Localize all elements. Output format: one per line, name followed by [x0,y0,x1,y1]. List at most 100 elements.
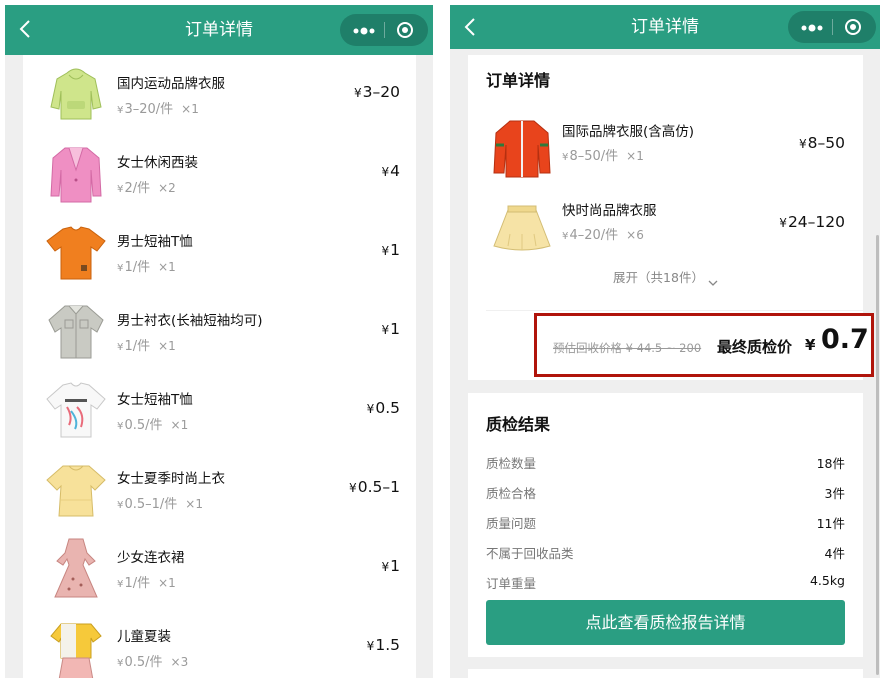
capsule-divider [832,19,833,35]
row-label: 不属于回收品类 [486,546,574,561]
item-total: ¥0.5–1 [349,478,400,496]
item-name: 儿童夏装 [117,629,171,645]
list-item[interactable]: 男士衬衣(长袖短袖均可) ¥1/件 ×1 ¥1 [23,292,416,371]
item-unit-price: ¥0.5/件 ×1 [117,418,189,433]
item-qty: ×1 [185,497,203,511]
gray-shirt-icon [43,298,109,364]
floral-dress-icon [43,535,109,601]
list-item[interactable]: 快时尚品牌衣服 ¥4–20/件 ×6 ¥24–120 [468,189,863,268]
target-icon[interactable] [844,18,862,36]
white-tshirt-icon [43,377,109,443]
list-item[interactable]: 儿童夏装 ¥0.5/件 ×3 ¥1.5 [23,608,416,678]
inspection-row: 质检数量 18件 [486,453,845,473]
estimated-price: 预估回收价格 ¥ 44.5 ~ 200 [553,341,702,355]
item-name: 女士休闲西装 [117,155,198,171]
row-value: 3件 [824,486,845,501]
row-value: 18件 [816,456,845,471]
inspection-row: 不属于回收品类 4件 [486,543,845,563]
row-label: 质检数量 [486,456,537,471]
divider [486,310,863,311]
item-name: 国际品牌衣服(含高仿) [562,124,695,140]
inspection-row: 订单重量 4.5kg [486,573,845,593]
order-item-list: 国内运动品牌衣服 ¥3–20/件 ×1 ¥3–20 女士休闲西装 ¥2/件 ×2 ¥… [23,55,416,678]
list-item[interactable]: 少女连衣裙 ¥1/件 ×1 ¥1 [23,529,416,608]
item-qty: ×6 [626,228,644,242]
section-title: 质检结果 [486,415,551,434]
row-value: 11件 [816,516,845,531]
list-item[interactable]: 女士休闲西装 ¥2/件 ×2 ¥4 [23,134,416,213]
final-price-label: 最终质检价 [717,338,793,356]
item-qty: ×1 [158,260,176,274]
order-detail-card: 订单详情 国际品牌衣服(含高仿) ¥8–50/件 ×1 ¥8–50 快时尚品牌衣… [468,55,874,380]
right-screen: 订单详情 订单详情 国际品牌衣服(含高仿) ¥8–50/件 ×1 ¥8–50 快… [450,5,880,678]
item-name: 男士短袖T恤 [117,234,193,250]
item-qty: ×1 [170,418,189,432]
final-price-highlight: 预估回收价格 ¥ 44.5 ~ 200 最终质检价 ¥ 0.7 [534,313,874,377]
green-hoodie-icon [43,61,109,127]
list-item[interactable]: 国际品牌衣服(含高仿) ¥8–50/件 ×1 ¥8–50 [468,110,863,189]
item-name: 少女连衣裙 [117,550,185,566]
list-item[interactable]: 女士夏季时尚上衣 ¥0.5–1/件 ×1 ¥0.5–1 [23,450,416,529]
list-item[interactable]: 男士短袖T恤 ¥1/件 ×1 ¥1 [23,213,416,292]
mini-program-capsule [340,14,428,46]
section-title: 订单详情 [486,71,551,90]
left-screen: 订单详情 国内运动品牌衣服 ¥3–20/件 ×1 ¥3–20 女士休闲西装 ¥2… [5,5,433,678]
item-qty: ×1 [626,149,644,163]
item-unit-price: ¥3–20/件 ×1 [117,102,199,117]
item-total: ¥1.5 [366,636,400,654]
list-item[interactable]: 女士短袖T恤 ¥0.5/件 ×1 ¥0.5 [23,371,416,450]
list-item[interactable]: 国内运动品牌衣服 ¥3–20/件 ×1 ¥3–20 [23,55,416,134]
inspection-row: 质检合格 3件 [486,483,845,503]
item-total: ¥0.5 [366,399,400,417]
kids-summer-set-icon [43,614,109,678]
pink-blazer-icon [43,140,109,206]
item-total: ¥3–20 [353,83,400,101]
item-unit-price: ¥2/件 ×2 [117,181,176,196]
expand-button[interactable]: 展开（共18件） [613,267,718,286]
final-price-currency: ¥ [805,336,816,354]
expand-label: 展开（共18件） [613,270,704,285]
item-unit-price: ¥0.5–1/件 ×1 [117,497,203,512]
item-total: ¥1 [381,320,400,338]
item-qty: ×2 [158,181,176,195]
item-qty: ×1 [158,339,176,353]
row-label: 订单重量 [486,576,537,591]
final-price-value: 0.7 [821,324,869,355]
next-card [468,669,863,678]
scrollbar[interactable] [876,235,879,675]
more-dots-icon[interactable] [352,23,376,37]
yellow-blouse-icon [43,456,109,522]
item-name: 男士衬衣(长袖短袖均可) [117,313,263,329]
item-unit-price: ¥8–50/件 ×1 [562,149,644,164]
capsule-divider [384,22,385,38]
nav-bar: 订单详情 [5,5,433,55]
chevron-down-icon [708,275,718,286]
row-label: 质量问题 [486,516,537,531]
item-total: ¥4 [381,162,400,180]
nav-bar: 订单详情 [450,5,880,49]
row-value: 4.5kg [809,573,845,588]
item-unit-price: ¥0.5/件 ×3 [117,655,189,670]
item-name: 女士夏季时尚上衣 [117,471,225,487]
item-total: ¥1 [381,241,400,259]
item-unit-price: ¥1/件 ×1 [117,260,176,275]
view-report-button[interactable]: 点此查看质检报告详情 [486,600,845,645]
item-unit-price: ¥1/件 ×1 [117,576,176,591]
item-unit-price: ¥1/件 ×1 [117,339,176,354]
item-total: ¥24–120 [779,213,845,231]
target-icon[interactable] [396,21,414,39]
item-qty: ×3 [170,655,189,669]
expand-row: 展开（共18件） [468,267,863,286]
item-name: 女士短袖T恤 [117,392,193,408]
item-name: 快时尚品牌衣服 [562,203,657,219]
yellow-skirt-icon [488,194,556,262]
orange-tshirt-icon [43,219,109,285]
item-total: ¥8–50 [798,134,845,152]
inspection-row: 质量问题 11件 [486,513,845,533]
row-label: 质检合格 [486,486,537,501]
inspection-result-card: 质检结果 质检数量 18件 质检合格 3件 质量问题 11件 不属于回收品类 4… [468,393,863,657]
item-total: ¥1 [381,557,400,575]
item-qty: ×1 [158,576,176,590]
more-dots-icon[interactable] [800,20,824,34]
item-qty: ×1 [181,102,199,116]
